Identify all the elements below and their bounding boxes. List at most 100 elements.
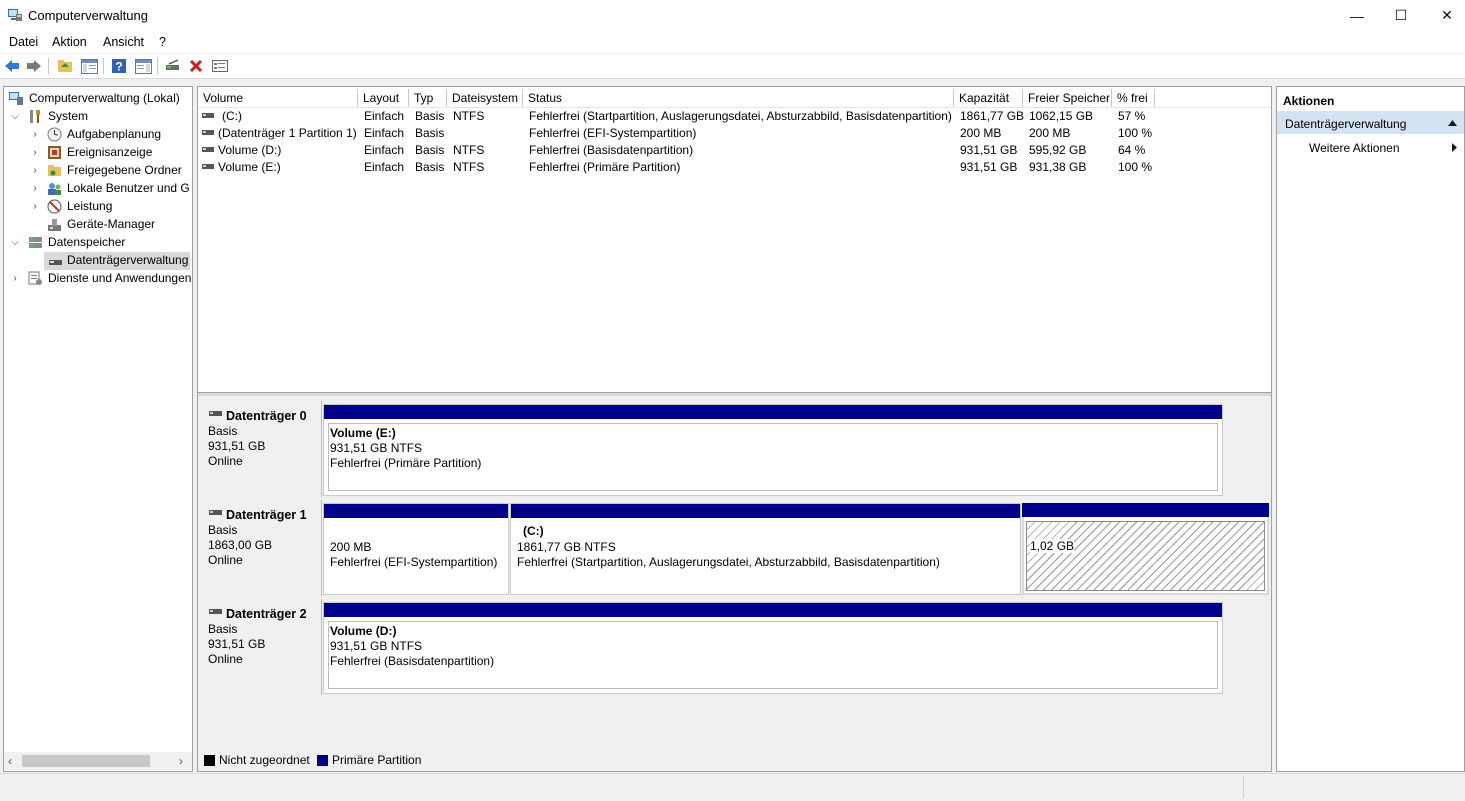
maximize-button[interactable]: ☐	[1378, 0, 1424, 31]
partition-unallocated[interactable]: 1,02 GB	[1022, 503, 1269, 595]
partition-size: 200 MB	[330, 540, 372, 554]
tree-item-geraete-manager[interactable]: Geräte-Manager	[4, 216, 190, 233]
tree-horizontal-scrollbar[interactable]: ‹ ›	[4, 752, 192, 770]
tree-item-datenspeicher[interactable]: ⌵ Datenspeicher	[4, 234, 190, 251]
menu-help[interactable]: ?	[159, 35, 166, 49]
table-row[interactable]: Volume (E:) Einfach Basis NTFS Fehlerfre…	[198, 159, 1271, 176]
column-header-prozent-frei[interactable]: % frei	[1112, 89, 1155, 107]
table-row[interactable]: (C:) Einfach Basis NTFS Fehlerfrei (Star…	[198, 108, 1271, 125]
column-header-dateisystem[interactable]: Dateisystem	[447, 89, 523, 107]
show-hide-console-tree-icon[interactable]	[80, 57, 98, 75]
volume-icon	[202, 113, 214, 118]
services-icon	[28, 271, 42, 285]
users-icon	[48, 183, 61, 195]
primary-partition-bar	[1022, 503, 1269, 517]
help-icon[interactable]: ?	[110, 57, 128, 75]
menu-datei[interactable]: Datei	[9, 35, 38, 49]
tree-item-lokale-benutzer[interactable]: › Lokale Benutzer und Gr	[4, 180, 190, 197]
chevron-right-icon[interactable]: ›	[30, 198, 40, 215]
chevron-right-icon[interactable]: ›	[10, 270, 20, 287]
back-icon[interactable]	[3, 57, 21, 75]
column-header-freier-speicher[interactable]: Freier Speicher	[1023, 89, 1112, 107]
title-bar: Computerverwaltung — ☐ ✕	[0, 0, 1465, 31]
actions-section-header[interactable]: Datenträgerverwaltung	[1277, 112, 1464, 134]
column-header-status[interactable]: Status	[523, 89, 954, 107]
disk-label-2[interactable]: Datenträger 2 Basis 931,51 GB Online	[200, 599, 322, 695]
pane-splitter[interactable]	[198, 393, 1271, 396]
cell-typ: Basis	[415, 109, 445, 123]
tree-item-freigegebene-ordner[interactable]: › Freigegebene Ordner	[4, 162, 190, 179]
cell-prozent-frei: 64 %	[1118, 143, 1146, 157]
disk-label-0[interactable]: Datenträger 0 Basis 931,51 GB Online	[200, 401, 322, 497]
column-header-volume[interactable]: Volume	[198, 89, 358, 107]
minimize-button[interactable]: —	[1334, 0, 1380, 31]
connect-drive-icon[interactable]	[164, 57, 182, 75]
disk-name: Datenträger 1	[226, 508, 307, 522]
tree-item-aufgabenplanung[interactable]: › Aufgabenplanung	[4, 126, 190, 143]
column-header-kapazitaet[interactable]: Kapazität	[954, 89, 1023, 107]
tree-item-ereignisanzeige[interactable]: › Ereignisanzeige	[4, 144, 190, 161]
table-row[interactable]: Volume (D:) Einfach Basis NTFS Fehlerfre…	[198, 142, 1271, 159]
partition-efi[interactable]: 200 MB Fehlerfrei (EFI-Systempartition)	[323, 503, 509, 595]
cell-layout: Einfach	[364, 126, 405, 140]
tree-item-system[interactable]: ⌵ System	[4, 108, 190, 125]
legend: Nicht zugeordnet Primäre Partition	[198, 750, 1271, 770]
tree-item-datentraegerverwaltung[interactable]: Datenträgerverwaltung	[44, 252, 190, 270]
partition-title: (C:)	[523, 524, 544, 538]
menu-ansicht[interactable]: Ansicht	[103, 35, 144, 49]
scroll-left-icon[interactable]: ‹	[8, 754, 12, 768]
partition-c[interactable]: (C:) 1861,77 GB NTFS Fehlerfrei (Startpa…	[510, 503, 1021, 595]
chevron-right-icon[interactable]: ›	[30, 180, 40, 197]
tree-label: Aufgabenplanung	[67, 127, 162, 141]
actions-section-label: Datenträgerverwaltung	[1285, 117, 1407, 131]
table-row[interactable]: (Datenträger 1 Partition 1) Einfach Basi…	[198, 125, 1271, 142]
folder-up-icon[interactable]	[56, 57, 74, 75]
partition-status: Fehlerfrei (Primäre Partition)	[330, 456, 482, 470]
tree-item-root[interactable]: Computerverwaltung (Lokal)	[4, 90, 190, 107]
partition-size: 1,02 GB	[1030, 539, 1075, 553]
tree-label: Lokale Benutzer und Gr	[67, 181, 190, 195]
delete-icon[interactable]	[187, 57, 205, 75]
status-divider	[1243, 776, 1244, 798]
cell-freier-speicher: 1062,15 GB	[1029, 109, 1094, 123]
close-button[interactable]: ✕	[1424, 0, 1465, 31]
tree-label: Dienste und Anwendungen	[48, 271, 192, 285]
scroll-right-icon[interactable]: ›	[179, 754, 183, 768]
tree-item-dienste[interactable]: › Dienste und Anwendungen	[4, 270, 192, 287]
collapse-up-icon[interactable]	[1448, 120, 1457, 126]
legend-swatch-unallocated	[204, 755, 215, 766]
menu-aktion[interactable]: Aktion	[52, 35, 87, 49]
menu-bar: Datei Aktion Ansicht ?	[0, 31, 1465, 54]
legend-label-unallocated: Nicht zugeordnet	[219, 753, 310, 767]
disk-drive-icon	[49, 260, 62, 265]
chevron-right-icon[interactable]: ›	[30, 126, 40, 143]
scrollbar-thumb[interactable]	[22, 755, 150, 767]
action-more-actions[interactable]: Weitere Aktionen	[1277, 137, 1464, 157]
partition-title: Volume (E:)	[330, 426, 396, 440]
cell-status: Fehlerfrei (EFI-Systempartition)	[529, 126, 697, 140]
properties-icon[interactable]	[211, 57, 229, 75]
show-hide-action-pane-icon[interactable]	[134, 57, 152, 75]
cell-freier-speicher: 931,38 GB	[1029, 160, 1087, 174]
cell-typ: Basis	[415, 160, 445, 174]
partition-volume-e[interactable]: Volume (E:) 931,51 GB NTFS Fehlerfrei (P…	[323, 404, 1223, 496]
chevron-down-icon[interactable]: ⌵	[10, 108, 20, 125]
column-header-layout[interactable]: Layout	[358, 89, 409, 107]
volume-icon	[202, 164, 214, 169]
chevron-right-icon[interactable]: ›	[30, 144, 40, 161]
chevron-right-icon[interactable]: ›	[30, 162, 40, 179]
partition-volume-d[interactable]: Volume (D:) 931,51 GB NTFS Fehlerfrei (B…	[323, 602, 1223, 694]
forward-icon[interactable]	[25, 57, 43, 75]
cell-volume: (Datenträger 1 Partition 1)	[218, 126, 357, 140]
disk-icon	[209, 510, 222, 515]
disk-label-1[interactable]: Datenträger 1 Basis 1863,00 GB Online	[200, 500, 322, 596]
actions-pane: Aktionen Datenträgerverwaltung Weitere A…	[1276, 86, 1465, 772]
clock-icon	[47, 127, 62, 142]
volume-icon	[202, 147, 214, 152]
column-header-typ[interactable]: Typ	[409, 89, 447, 107]
tree-item-leistung[interactable]: › Leistung	[4, 198, 190, 215]
cell-freier-speicher: 200 MB	[1029, 126, 1071, 140]
chevron-down-icon[interactable]: ⌵	[10, 234, 20, 251]
computer-management-icon	[9, 92, 23, 105]
svg-text:?: ?	[115, 60, 122, 74]
